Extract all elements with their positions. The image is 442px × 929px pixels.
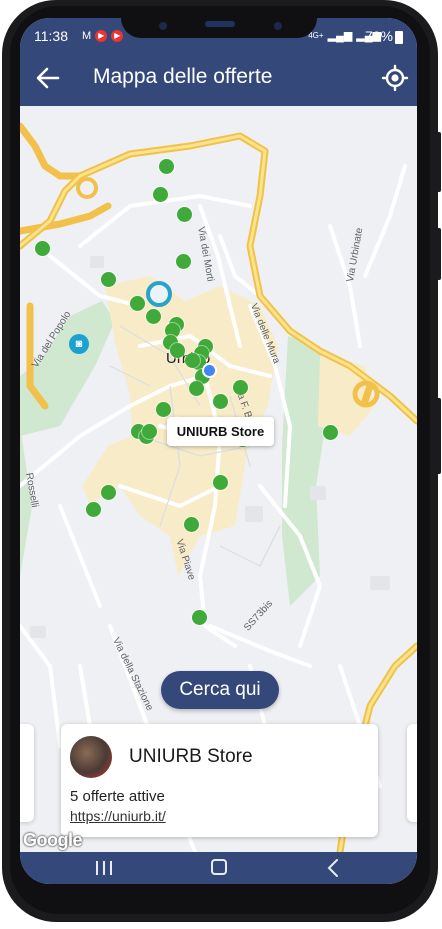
camera-poi-icon[interactable]: ◙ bbox=[69, 334, 89, 354]
active-offers-count: 5 offerte attive bbox=[70, 788, 165, 805]
google-logo: Google bbox=[23, 830, 83, 850]
nav-back-icon[interactable] bbox=[326, 858, 340, 878]
battery-icon bbox=[395, 31, 403, 44]
offer-marker[interactable] bbox=[176, 206, 192, 222]
offer-marker[interactable] bbox=[100, 271, 116, 287]
offer-marker[interactable] bbox=[85, 501, 101, 517]
offer-marker[interactable] bbox=[322, 424, 338, 440]
offer-marker[interactable] bbox=[191, 609, 207, 625]
gps-locate-icon[interactable] bbox=[381, 64, 409, 92]
camera-icon bbox=[159, 22, 167, 30]
store-website-link[interactable]: https://uniurb.it/ bbox=[70, 808, 166, 824]
phone-side-button bbox=[436, 132, 441, 192]
phone-screen: 11:38 M ▶ ▶ 4G+ ▂▄▆ ▂▄▆ 78% Mappa delle … bbox=[20, 18, 417, 884]
offer-marker[interactable] bbox=[155, 401, 171, 417]
system-navigation-bar bbox=[20, 852, 417, 884]
offer-marker[interactable] bbox=[212, 474, 228, 490]
offer-marker[interactable] bbox=[232, 379, 248, 395]
offer-marker[interactable] bbox=[184, 352, 200, 368]
youtube-icon: ▶ bbox=[111, 30, 124, 42]
current-location-dot bbox=[202, 363, 217, 378]
search-here-button[interactable]: Cerca qui bbox=[161, 671, 279, 709]
camera-notch bbox=[121, 18, 317, 38]
home-icon[interactable] bbox=[211, 859, 227, 875]
phone-side-button bbox=[436, 228, 441, 280]
signal-icon: ▂▄▆ bbox=[327, 30, 353, 42]
offer-marker[interactable] bbox=[175, 253, 191, 269]
store-card[interactable]: UNIURB Store 5 offerte attive https://un… bbox=[61, 724, 378, 837]
back-arrow-icon[interactable] bbox=[34, 64, 62, 92]
offer-marker[interactable] bbox=[158, 158, 174, 174]
offer-marker[interactable] bbox=[129, 295, 145, 311]
store-name: UNIURB Store bbox=[129, 746, 253, 767]
store-avatar bbox=[70, 736, 112, 778]
next-store-card[interactable] bbox=[407, 724, 417, 822]
notification-icons: M ▶ ▶ bbox=[82, 30, 124, 42]
speaker-grille bbox=[205, 21, 235, 27]
offers-map[interactable]: Via dei Morti Via Urbinate Via delle Mur… bbox=[20, 106, 417, 852]
previous-store-card[interactable] bbox=[20, 724, 34, 822]
youtube-icon: ▶ bbox=[95, 30, 108, 42]
offer-marker[interactable] bbox=[100, 484, 116, 500]
offer-marker[interactable] bbox=[152, 186, 168, 202]
recent-apps-icon[interactable] bbox=[94, 860, 114, 876]
offer-marker[interactable] bbox=[145, 308, 161, 324]
battery-level: 78% bbox=[364, 28, 393, 44]
status-time: 11:38 bbox=[34, 28, 68, 44]
offer-marker[interactable] bbox=[183, 516, 199, 532]
store-tooltip[interactable]: UNIURB Store bbox=[167, 417, 274, 446]
camera-icon bbox=[274, 22, 282, 30]
selected-store-marker[interactable] bbox=[146, 281, 172, 307]
phone-side-button bbox=[436, 398, 441, 474]
gmail-icon: M bbox=[82, 30, 92, 42]
offer-marker[interactable] bbox=[169, 342, 185, 358]
offer-marker[interactable] bbox=[141, 423, 157, 439]
offer-marker[interactable] bbox=[212, 393, 228, 409]
offer-marker[interactable] bbox=[188, 380, 204, 396]
page-title: Mappa delle offerte bbox=[93, 65, 273, 88]
app-bar: Mappa delle offerte bbox=[20, 58, 417, 98]
offer-marker[interactable] bbox=[34, 240, 50, 256]
